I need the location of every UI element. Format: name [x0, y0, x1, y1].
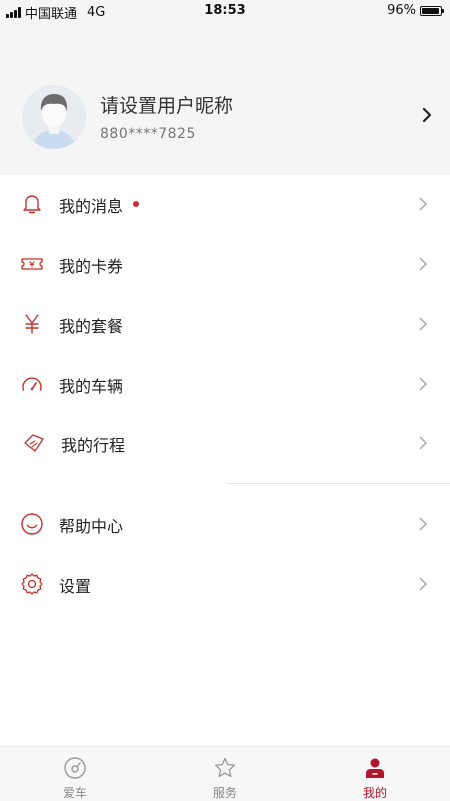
profile-header[interactable]: 请设置用户昵称 880****7825	[0, 22, 450, 175]
menu-item-settings[interactable]: 设置	[0, 554, 450, 614]
menu-item-packages[interactable]: 我的套餐	[0, 294, 450, 354]
battery-fill	[422, 7, 440, 14]
status-right: 96%	[387, 3, 444, 18]
speedometer-icon	[22, 377, 42, 391]
tab-service[interactable]: 服务	[150, 747, 300, 801]
menu-item-label: 我的卡券	[59, 257, 124, 276]
notification-dot	[133, 201, 139, 207]
tab-label: 服务	[212, 786, 237, 800]
menu-item-label: 帮助中心	[59, 517, 124, 536]
ticket-icon	[21, 258, 43, 270]
tab-label: 爱车	[62, 786, 87, 800]
smile-icon	[21, 513, 43, 535]
chevron-right-icon	[419, 577, 428, 591]
avatar[interactable]	[22, 85, 86, 149]
chevron-right-icon[interactable]	[420, 106, 434, 124]
menu-item-trips[interactable]: 我的行程	[0, 413, 450, 473]
status-time: 18:53	[204, 3, 246, 18]
menu-item-help[interactable]: 帮助中心	[0, 494, 450, 554]
person-icon	[366, 758, 384, 778]
tab-mine[interactable]: 我的	[300, 747, 450, 801]
settings-gear-icon	[21, 573, 43, 595]
menu-item-label: 我的车辆	[59, 377, 124, 396]
chevron-right-icon	[419, 377, 428, 391]
menu-item-messages[interactable]: 我的消息	[0, 174, 450, 234]
nickname-text[interactable]: 请设置用户昵称	[100, 91, 233, 118]
menu-item-label: 我的行程	[61, 436, 126, 455]
tab-label: 我的	[362, 786, 387, 800]
chevron-right-icon	[419, 436, 428, 450]
status-bar: 中国联通 4G 18:53 96%	[0, 0, 450, 22]
chevron-right-icon	[419, 197, 428, 211]
bell-icon	[23, 195, 41, 214]
menu-item-label: 我的消息	[59, 197, 124, 216]
menu-item-vehicles[interactable]: 我的车辆	[0, 354, 450, 414]
yen-icon	[25, 314, 39, 334]
battery-percent: 96%	[387, 3, 416, 18]
car-dial-icon	[64, 757, 86, 779]
chevron-right-icon	[419, 517, 428, 531]
menu-item-label: 设置	[59, 577, 92, 596]
avatar-person-icon	[22, 85, 86, 149]
star-icon	[214, 757, 236, 778]
chevron-right-icon	[419, 317, 428, 331]
chevron-right-icon	[419, 257, 428, 271]
menu-item-coupons[interactable]: 我的卡券	[0, 234, 450, 294]
route-tag-icon	[24, 434, 44, 452]
phone-number: 880****7825	[100, 126, 196, 142]
section-divider	[228, 483, 450, 484]
tab-bar: 爱车 服务 我的	[0, 746, 450, 801]
battery-icon	[420, 5, 444, 16]
menu-item-label: 我的套餐	[59, 317, 124, 336]
tab-car[interactable]: 爱车	[0, 747, 150, 801]
